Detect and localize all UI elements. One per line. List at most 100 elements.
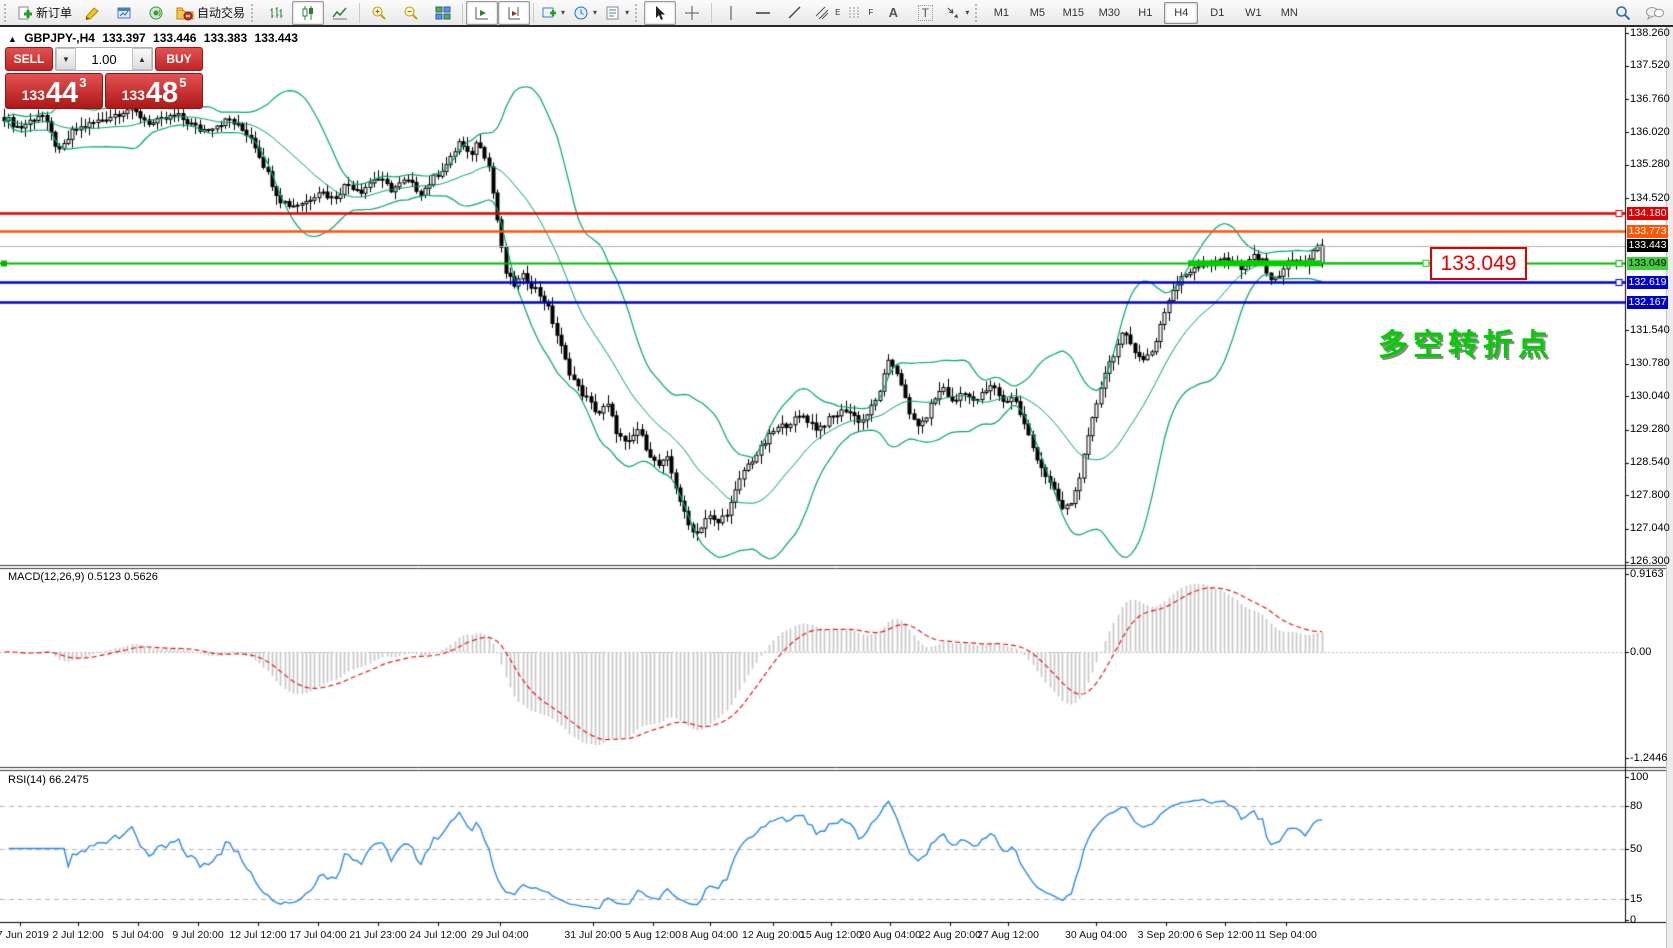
vertical-line-icon [724, 5, 738, 21]
sell-price-main: 44 [46, 80, 78, 106]
time-axis-label: 5 Jul 04:00 [112, 929, 163, 941]
vertical-line-tool[interactable] [715, 1, 747, 25]
zoom-in-button[interactable] [363, 1, 395, 25]
toolbar-grip [4, 4, 10, 22]
dropdown-arrow-icon: ▾ [625, 8, 629, 17]
text-tool[interactable]: A [877, 1, 909, 25]
auto-scroll-button[interactable] [466, 1, 498, 25]
crosshair-icon [684, 5, 700, 21]
trendline-tool[interactable] [779, 1, 811, 25]
cursor-button[interactable] [644, 1, 676, 25]
search-button[interactable] [1607, 1, 1639, 25]
time-axis-label: 27 Jun 2019 [0, 929, 49, 941]
timeframe-button-w1[interactable]: W1 [1236, 2, 1270, 24]
buy-price-panel[interactable]: 133 48 5 [105, 73, 203, 109]
timeframe-button-h1[interactable]: H1 [1128, 2, 1162, 24]
new-order-button[interactable]: 新订单 [13, 1, 76, 25]
time-axis-label: 17 Jul 04:00 [289, 929, 346, 941]
text-tool-icon: A [889, 5, 898, 20]
timeframe-button-mn[interactable]: MN [1272, 2, 1306, 24]
chart-canvas[interactable] [0, 0, 1673, 948]
price-tag-label: 133.443 [1627, 239, 1668, 252]
volume-input[interactable] [76, 48, 132, 70]
toolbar-grip [251, 4, 257, 22]
search-icon [1615, 5, 1631, 21]
channel-icon [815, 5, 832, 21]
sounds-button[interactable] [140, 1, 172, 25]
chart-shift-button[interactable] [498, 1, 530, 25]
indicators-button[interactable]: ▾ [537, 1, 569, 25]
candlestick-icon [300, 5, 316, 21]
time-axis-label: 21 Jul 23:00 [349, 929, 406, 941]
bar-chart-type-button[interactable] [260, 1, 292, 25]
time-axis-label: 5 Aug 12:00 [625, 929, 681, 941]
buy-button[interactable]: BUY [155, 47, 203, 71]
line-chart-type-button[interactable] [324, 1, 356, 25]
rsi-indicator-label: RSI(14) 66.2475 [8, 774, 89, 786]
buy-price-main: 48 [146, 80, 178, 106]
clock-icon [573, 5, 589, 21]
toolbar-grip [635, 4, 641, 22]
time-axis-label: 8 Aug 04:00 [682, 929, 738, 941]
price-tick-label: 138.260 [1630, 27, 1670, 39]
chat-button[interactable] [1639, 1, 1671, 25]
templates-button[interactable]: ▾ [601, 1, 633, 25]
volume-spinner: ▼ ▲ [55, 47, 153, 71]
fibonacci-icon [848, 5, 865, 21]
arrows-tool[interactable]: ▾ [941, 1, 973, 25]
time-axis-label: 29 Jul 04:00 [471, 929, 528, 941]
ohlc-high: 133.446 [153, 31, 196, 45]
timeframe-button-m5[interactable]: M5 [1020, 2, 1054, 24]
sell-button[interactable]: SELL [5, 47, 53, 71]
time-axis-label: 9 Jul 20:00 [172, 929, 223, 941]
timeframe-button-m1[interactable]: M1 [984, 2, 1018, 24]
macd-indicator-label: MACD(12,26,9) 0.5123 0.5626 [8, 571, 158, 583]
fibo-sub-label: F [868, 8, 873, 17]
fibonacci-tool[interactable]: F [844, 1, 877, 25]
timeframe-button-d1[interactable]: D1 [1200, 2, 1234, 24]
new-order-icon [17, 5, 33, 21]
time-axis-label: 12 Aug 20:00 [742, 929, 804, 941]
zoom-out-button[interactable] [395, 1, 427, 25]
channel-sub-label: E [835, 8, 840, 17]
candlestick-type-button[interactable] [292, 1, 324, 25]
horizontal-line-icon [755, 6, 771, 20]
one-click-trade-panel: SELL ▼ ▲ BUY 133 44 3 133 48 5 [5, 47, 203, 109]
channel-tool[interactable]: E [811, 1, 844, 25]
volume-up-button[interactable]: ▲ [132, 48, 152, 70]
periods-button[interactable]: ▾ [569, 1, 601, 25]
ohlc-close: 133.443 [255, 31, 298, 45]
timeframe-button-h4[interactable]: H4 [1164, 2, 1198, 24]
toolbar-separator [359, 3, 360, 23]
timeframe-button-m30[interactable]: M30 [1092, 2, 1126, 24]
time-axis-label: 24 Jul 12:00 [409, 929, 466, 941]
rsi-axis-label: 15 [1630, 893, 1642, 905]
styler-button[interactable] [76, 1, 108, 25]
toolbar-separator [462, 3, 463, 23]
price-tick-label: 129.280 [1630, 423, 1670, 435]
sell-price-sup: 3 [79, 75, 86, 90]
price-tag-label: 133.049 [1627, 257, 1668, 270]
auto-trading-button[interactable]: 自动交易 [172, 1, 249, 25]
price-annotation-box[interactable]: 133.049 [1430, 247, 1527, 280]
sound-icon [148, 5, 164, 21]
sell-price-panel[interactable]: 133 44 3 [5, 73, 103, 109]
time-axis-label: 15 Aug 12:00 [800, 929, 862, 941]
sell-price-prefix: 133 [22, 87, 45, 103]
auto-trading-label: 自动交易 [197, 4, 245, 21]
buy-price-prefix: 133 [122, 87, 145, 103]
text-label-tool[interactable]: T [909, 1, 941, 25]
rsi-axis-label: 100 [1630, 771, 1648, 783]
charts-window-button[interactable] [108, 1, 140, 25]
crosshair-button[interactable] [676, 1, 708, 25]
volume-down-button[interactable]: ▼ [56, 48, 76, 70]
toolbar-grip [975, 4, 981, 22]
timeframe-button-m15[interactable]: M15 [1056, 2, 1090, 24]
template-icon [605, 5, 621, 21]
horizontal-line-tool[interactable] [747, 1, 779, 25]
tile-windows-button[interactable] [427, 1, 459, 25]
macd-axis-label: 0.9163 [1630, 568, 1664, 580]
chinese-annotation: 多空转折点 [1378, 320, 1553, 364]
zoom-in-icon [371, 5, 387, 21]
price-tick-label: 135.280 [1630, 158, 1670, 170]
